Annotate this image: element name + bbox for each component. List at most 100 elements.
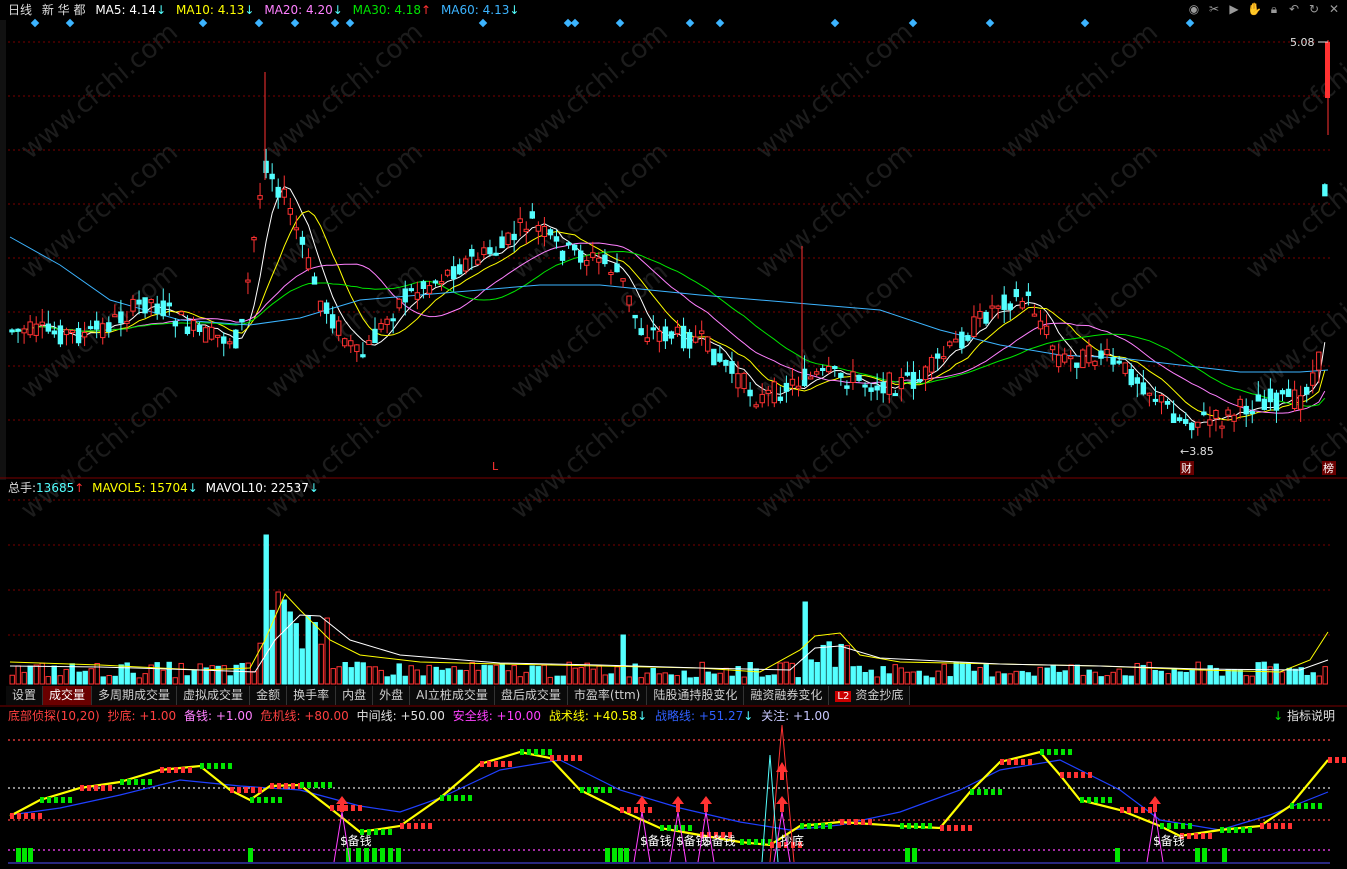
candle-body bbox=[517, 218, 523, 223]
tab-capital-bottom[interactable]: L2 资金抄底 bbox=[829, 686, 911, 705]
candle-body bbox=[69, 330, 76, 334]
candle-body bbox=[711, 348, 717, 366]
tab-amount[interactable]: 金额 bbox=[250, 686, 288, 705]
tab-capital-bottom-label: 资金抄底 bbox=[855, 688, 904, 702]
volume-bar bbox=[505, 670, 511, 685]
zhanshu-step-marker bbox=[1007, 759, 1011, 765]
zhanshu-step-marker bbox=[1267, 823, 1271, 829]
volume-bar bbox=[674, 675, 680, 685]
zhanshu-step-marker bbox=[358, 805, 362, 811]
volume-bar bbox=[741, 676, 747, 685]
volume-bar bbox=[965, 662, 971, 685]
tab-outer[interactable]: 外盘 bbox=[373, 686, 411, 705]
zhanshu-step-marker bbox=[101, 785, 105, 791]
candle-body bbox=[1285, 388, 1292, 397]
candle-body bbox=[965, 335, 971, 341]
volume-bar bbox=[293, 623, 299, 685]
volume-bar bbox=[426, 664, 432, 685]
zhanshu-step-marker bbox=[174, 767, 178, 773]
volume-bar bbox=[463, 670, 469, 685]
zhanshu-step-marker bbox=[68, 797, 72, 803]
tab-inner[interactable]: 内盘 bbox=[336, 686, 374, 705]
chaodi-bar bbox=[396, 848, 401, 862]
volume-bar bbox=[21, 671, 27, 685]
candle-body bbox=[1297, 395, 1304, 410]
tab-pe-ttm[interactable]: 市盈率(ttm) bbox=[568, 686, 648, 705]
candle-body bbox=[813, 371, 820, 375]
volume-bar bbox=[318, 643, 324, 685]
candle-body bbox=[953, 338, 959, 343]
volume-bar bbox=[656, 673, 662, 685]
candle-body bbox=[160, 300, 166, 317]
chaodi-bar bbox=[905, 848, 910, 862]
candle-body bbox=[51, 330, 58, 335]
volume-bars[interactable] bbox=[9, 534, 1328, 685]
volume-bar bbox=[336, 666, 342, 685]
anquan-readout: 安全线: +10.00 bbox=[452, 709, 541, 723]
zhanshu-step-marker bbox=[1127, 807, 1131, 813]
zhanshu-step-marker bbox=[1081, 772, 1085, 778]
zhanshu-step-marker bbox=[1227, 827, 1231, 833]
indicator-help-button[interactable]: ↓ 指标说明 bbox=[1273, 707, 1335, 724]
tab-multi-period-volume[interactable]: 多周期成交量 bbox=[92, 686, 178, 705]
tab-turnover[interactable]: 换手率 bbox=[287, 686, 337, 705]
candle-body bbox=[130, 298, 136, 312]
zhanshu-step-marker bbox=[330, 805, 334, 811]
zhanshu-step-marker bbox=[1000, 759, 1004, 765]
candle-body bbox=[638, 328, 644, 336]
volume-bar bbox=[541, 664, 547, 685]
tab-after-hours-volume[interactable]: 盘后成交量 bbox=[495, 686, 568, 705]
tab-margin-trading[interactable]: 融资融券变化 bbox=[744, 686, 830, 705]
candle-body bbox=[1291, 389, 1298, 409]
zhanshu-step-marker bbox=[527, 749, 531, 755]
volume-bar bbox=[1007, 673, 1013, 685]
candle-body bbox=[336, 320, 342, 336]
volume-bar bbox=[1165, 673, 1171, 685]
zhanshu-step-marker bbox=[1060, 772, 1064, 778]
candle-body bbox=[995, 305, 1001, 309]
tab-northbound-holding[interactable]: 陆股通持股变化 bbox=[647, 686, 745, 705]
zhanshu-step-marker bbox=[1297, 803, 1301, 809]
candle-body bbox=[1007, 303, 1013, 310]
zhanshu-step-marker bbox=[291, 783, 295, 789]
event-diamonds[interactable] bbox=[30, 18, 1195, 28]
zhanshu-step-marker bbox=[580, 787, 584, 793]
zhanshu-step-marker bbox=[237, 787, 241, 793]
tab-virtual-volume[interactable]: 虚拟成交量 bbox=[177, 686, 251, 705]
candle-body bbox=[142, 297, 148, 314]
left-scroll-edge[interactable] bbox=[0, 20, 6, 480]
candle-body bbox=[348, 340, 354, 347]
candlesticks[interactable] bbox=[9, 40, 1330, 439]
volume-bar bbox=[1001, 673, 1007, 685]
candle-body bbox=[880, 381, 886, 394]
volume-bar bbox=[832, 666, 838, 685]
zhanshu-step-marker bbox=[1208, 833, 1212, 839]
indicator-plot[interactable]: $备钱 $备钱 $备钱$备钱 抄底 $备钱 bbox=[8, 724, 1347, 864]
candle-body bbox=[1025, 291, 1032, 297]
tab-volume[interactable]: 成交量 bbox=[43, 686, 93, 705]
volume-bar bbox=[1062, 670, 1068, 685]
zhanshu-step-marker bbox=[214, 763, 218, 769]
chaodi-bar bbox=[364, 848, 369, 862]
candle-body bbox=[1304, 386, 1310, 395]
candle-body bbox=[227, 341, 233, 345]
volume-bar bbox=[638, 677, 644, 685]
tab-ai-volume[interactable]: AI立桩成交量 bbox=[410, 686, 495, 705]
candle-body bbox=[1146, 392, 1153, 396]
indicator-name[interactable]: 底部侦探(10,20) bbox=[8, 709, 100, 723]
volume-bar bbox=[729, 675, 735, 685]
candle-body bbox=[662, 326, 669, 342]
candle-body bbox=[856, 374, 862, 381]
zhanshu-arrow: ↓ bbox=[637, 709, 648, 723]
volume-header: 总手:13685↑ MAVOL5: 15704↓ MAVOL10: 22537↓ bbox=[8, 480, 323, 496]
volume-bar bbox=[1201, 669, 1207, 685]
candle-body bbox=[541, 226, 548, 238]
volume-bar bbox=[517, 676, 523, 685]
candle-body bbox=[360, 354, 366, 358]
zhanshu-step-marker bbox=[271, 797, 275, 803]
tab-settings[interactable]: 设置 bbox=[6, 686, 44, 705]
volume-bar bbox=[1310, 672, 1316, 685]
candle-body bbox=[190, 320, 197, 331]
volume-bar bbox=[1080, 674, 1086, 685]
volume-bar bbox=[1279, 671, 1285, 685]
